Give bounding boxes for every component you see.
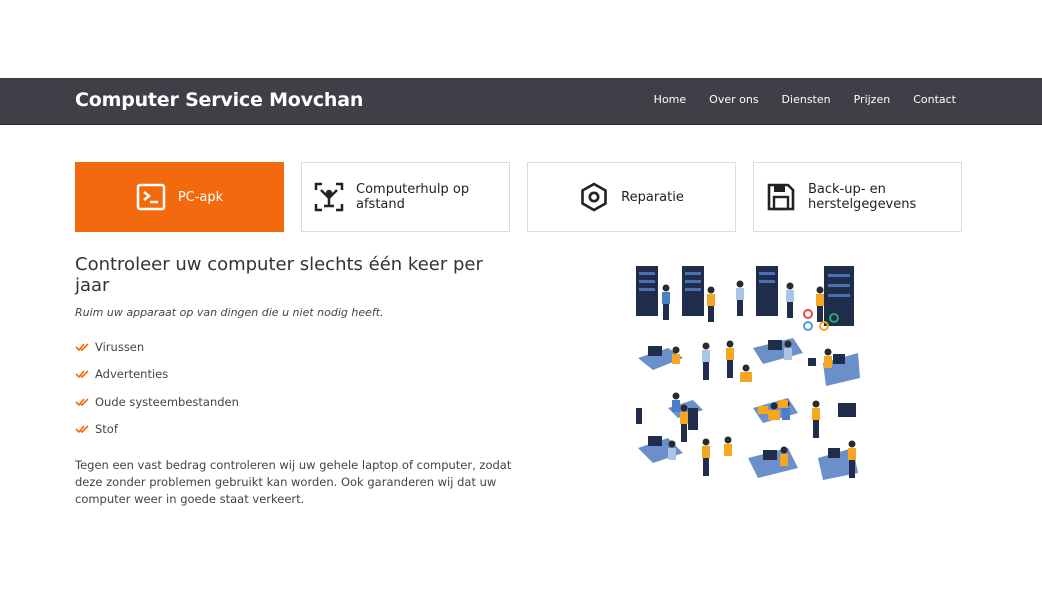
service-tabs: PC-apk Computerhulp op afstand Reparatie… xyxy=(75,162,962,232)
main-nav: Home Over ons Diensten Prijzen Contact xyxy=(631,93,956,106)
tab-pc-apk[interactable]: PC-apk xyxy=(75,162,284,232)
list-item-label: Virussen xyxy=(95,339,145,354)
list-item-label: Oude systeembestanden xyxy=(95,394,239,409)
floppy-disk-icon xyxy=(767,183,795,211)
list-item: Oude systeembestanden xyxy=(75,388,515,416)
double-check-icon xyxy=(75,370,89,379)
nav-prijzen[interactable]: Prijzen xyxy=(854,93,891,106)
tab-content: Controleer uw computer slechts één keer … xyxy=(75,254,515,508)
tab-computerhulp-op-afstand[interactable]: Computerhulp op afstand xyxy=(301,162,510,232)
double-check-icon xyxy=(75,425,89,434)
tab-label: Back-up- en herstelgegevens xyxy=(808,182,917,212)
nav-over-ons[interactable]: Over ons xyxy=(709,93,758,106)
tab-label: PC-apk xyxy=(177,189,224,205)
feature-list: Virussen Advertenties Oude systeembestan… xyxy=(75,333,515,443)
content-title: Controleer uw computer slechts één keer … xyxy=(75,254,483,296)
list-item-label: Advertenties xyxy=(95,367,169,382)
server-technicians-illustration xyxy=(636,266,860,480)
tab-label: Reparatie xyxy=(621,189,684,205)
double-check-icon xyxy=(75,398,89,406)
tab-reparatie[interactable]: Reparatie xyxy=(527,162,736,232)
site-brand[interactable]: Computer Service Movchan xyxy=(75,89,363,111)
list-item: Advertenties xyxy=(75,361,515,389)
tab-back-up-en-herstelgegevens[interactable]: Back-up- en herstelgegevens xyxy=(753,162,962,232)
top-navbar: Computer Service Movchan Home Over ons D… xyxy=(0,78,1042,125)
remote-support-icon xyxy=(314,182,344,212)
nav-diensten[interactable]: Diensten xyxy=(782,93,831,106)
tab-label: Computerhulp op afstand xyxy=(356,182,470,212)
hex-nut-icon xyxy=(581,182,607,212)
nav-home[interactable]: Home xyxy=(654,93,686,106)
double-check-icon xyxy=(75,343,89,351)
terminal-icon xyxy=(136,183,166,211)
content-subtitle: Ruim uw apparaat op van dingen die u nie… xyxy=(75,306,384,319)
nav-contact[interactable]: Contact xyxy=(913,93,956,106)
list-item-label: Stof xyxy=(95,422,118,437)
content-paragraph: Tegen een vast bedrag controleren wij uw… xyxy=(75,458,512,506)
list-item: Virussen xyxy=(75,333,515,361)
list-item: Stof xyxy=(75,416,515,444)
